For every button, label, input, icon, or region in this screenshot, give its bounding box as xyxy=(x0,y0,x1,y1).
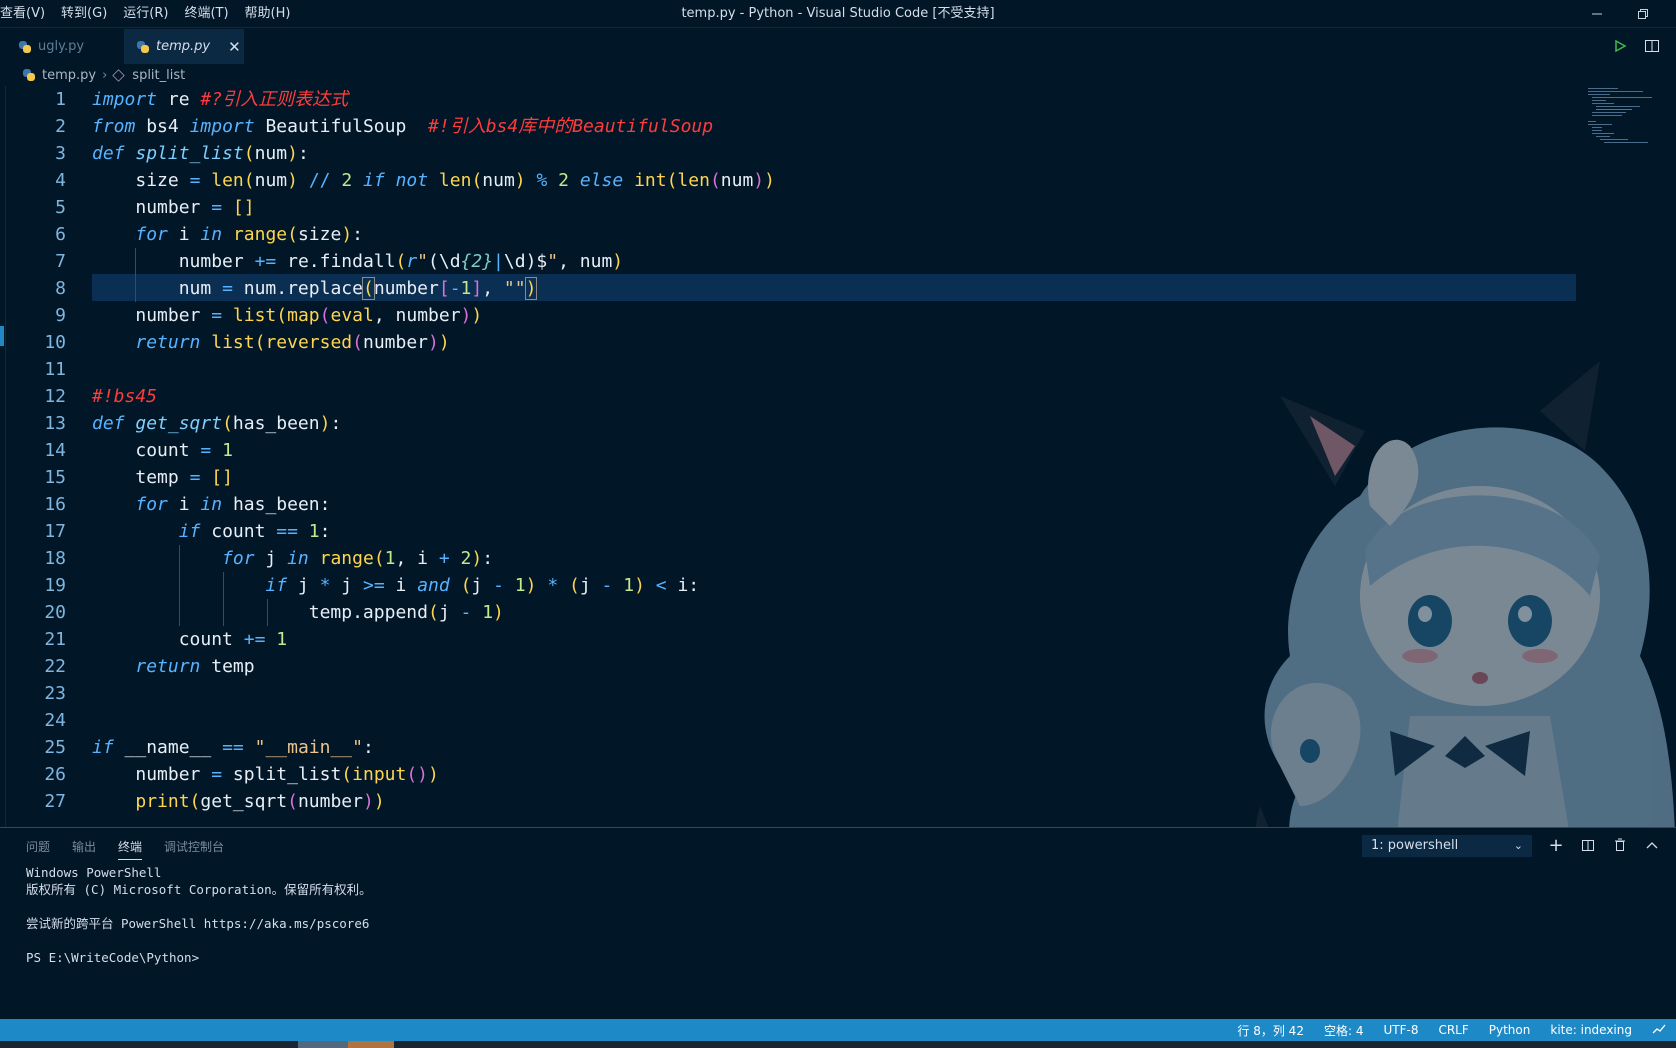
trash-icon[interactable] xyxy=(1609,834,1631,856)
status-right: 行 8，列 42 空格: 4 UTF-8 CRLF Python kite: i… xyxy=(1217,1019,1666,1041)
code-editor[interactable]: 1 import re #?引入正则表达式 2 from bs4 import Be… xyxy=(0,86,1676,827)
chevron-down-icon: ⌄ xyxy=(1513,839,1523,852)
chevron-right-icon: › xyxy=(102,67,108,83)
kite-status[interactable]: kite: indexing xyxy=(1550,1023,1632,1037)
terminal-select-value: 1: powershell xyxy=(1371,838,1459,853)
tab-label: ugly.py xyxy=(38,39,85,54)
python-file-icon xyxy=(136,40,150,54)
minimap[interactable] xyxy=(1584,86,1676,146)
anime-girl-artwork xyxy=(1256,361,1675,827)
split-editor-icon[interactable] xyxy=(1640,34,1664,58)
cursor-position[interactable]: 行 8，列 42 xyxy=(1237,1022,1304,1039)
menu-goto[interactable]: 转到(G) xyxy=(53,0,115,28)
breadcrumb: temp.py › split_list xyxy=(22,64,185,86)
encoding[interactable]: UTF-8 xyxy=(1383,1023,1418,1037)
breadcrumb-file[interactable]: temp.py xyxy=(42,68,96,83)
menu-view[interactable]: 查看(V) xyxy=(0,0,53,28)
chevron-up-icon[interactable] xyxy=(1641,834,1663,856)
close-icon[interactable]: ✕ xyxy=(228,38,241,56)
tab-terminal[interactable]: 终端 xyxy=(118,838,143,860)
minimize-icon[interactable] xyxy=(1574,0,1620,28)
run-icon[interactable] xyxy=(1608,34,1632,58)
language-mode[interactable]: Python xyxy=(1489,1023,1531,1037)
feedback-icon[interactable] xyxy=(1652,1023,1666,1038)
terminal-line: 版权所有 (C) Microsoft Corporation。保留所有权利。 xyxy=(26,882,372,897)
terminal-output[interactable]: Windows PowerShell 版权所有 (C) Microsoft Cor… xyxy=(26,864,372,966)
terminal-line: 尝试新的跨平台 PowerShell https://aka.ms/pscore… xyxy=(26,916,370,931)
bottom-panel: 问题 输出 终端 调试控制台 1: powershell ⌄ + Windows… xyxy=(0,827,1676,1019)
tab-temp-py[interactable]: temp.py ✕ xyxy=(124,29,244,64)
tab-output[interactable]: 输出 xyxy=(72,838,96,860)
indentation[interactable]: 空格: 4 xyxy=(1324,1022,1364,1039)
taskbar-item[interactable] xyxy=(298,1041,348,1048)
menu-run[interactable]: 运行(R) xyxy=(115,0,176,28)
symbol-method-icon xyxy=(112,68,126,82)
plus-icon[interactable]: + xyxy=(1545,834,1567,856)
breadcrumb-symbol[interactable]: split_list xyxy=(132,68,185,83)
title-bar: 查看(V) 转到(G) 运行(R) 终端(T) 帮助(H) temp.py - … xyxy=(0,0,1676,28)
terminal-select[interactable]: 1: powershell ⌄ xyxy=(1362,835,1532,857)
python-file-icon xyxy=(22,68,36,82)
tab-problems[interactable]: 问题 xyxy=(26,838,50,860)
split-terminal-icon[interactable] xyxy=(1577,834,1599,856)
tab-debug-console[interactable]: 调试控制台 xyxy=(164,838,224,860)
status-bar: 行 8，列 42 空格: 4 UTF-8 CRLF Python kite: i… xyxy=(0,1019,1676,1041)
terminal-prompt: PS E:\WriteCode\Python> xyxy=(26,950,200,965)
terminal-line: Windows PowerShell xyxy=(26,865,162,880)
tab-label: temp.py xyxy=(156,39,211,54)
gutter-strip xyxy=(0,86,6,827)
change-marker xyxy=(0,326,4,346)
menu-terminal[interactable]: 终端(T) xyxy=(176,0,236,28)
tab-bar: ugly.py temp.py ✕ xyxy=(0,29,1676,64)
menu-help[interactable]: 帮助(H) xyxy=(237,0,299,28)
tab-ugly-py[interactable]: ugly.py xyxy=(6,29,124,64)
line-ending[interactable]: CRLF xyxy=(1438,1023,1468,1037)
menu-bar: 查看(V) 转到(G) 运行(R) 终端(T) 帮助(H) xyxy=(0,0,298,28)
python-file-icon xyxy=(18,40,32,54)
taskbar xyxy=(0,1041,1676,1048)
restore-icon[interactable] xyxy=(1620,0,1666,28)
taskbar-item[interactable] xyxy=(348,1041,394,1048)
panel-tabs: 问题 输出 终端 调试控制台 xyxy=(26,838,246,860)
